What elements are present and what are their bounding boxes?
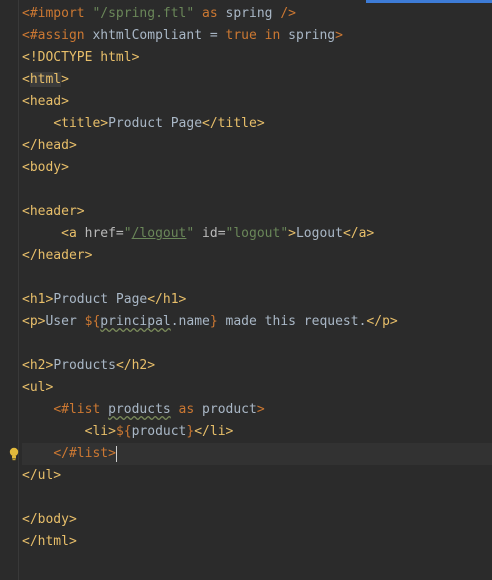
code-token: products (108, 402, 171, 417)
code-token: <p> (22, 314, 46, 329)
code-line[interactable]: <h1>Product Page</h1> (22, 289, 492, 311)
code-line[interactable]: <h2>Products</h2> (22, 355, 492, 377)
code-line[interactable]: </#list> (9, 443, 492, 465)
code-token: product (202, 402, 257, 417)
gutter-divider (18, 0, 19, 580)
code-editor[interactable]: <#import "/spring.ftl" as spring /> <#ass… (9, 3, 492, 553)
code-line[interactable]: <li>${product}</li> (22, 421, 492, 443)
code-token: } (209, 314, 218, 329)
code-token: principal (100, 314, 171, 329)
code-token: as (194, 6, 226, 21)
code-token: </html> (22, 534, 77, 549)
code-token: spring (225, 6, 281, 21)
code-line[interactable]: <title>Product Page</title> (22, 113, 492, 135)
code-token: /> (280, 6, 296, 21)
code-line[interactable] (22, 179, 492, 201)
code-token: </header> (22, 248, 93, 263)
code-token: <!DOCTYPE html> (22, 50, 140, 65)
editor-gutter (0, 0, 18, 580)
code-token: as (170, 402, 203, 417)
code-line[interactable]: </head> (22, 135, 492, 157)
code-token: Logout (295, 226, 343, 241)
code-token: /logout (131, 226, 187, 241)
code-token: > (335, 28, 343, 43)
code-token: " (186, 226, 203, 241)
code-token: < (22, 72, 30, 87)
code-token: </li> (194, 424, 234, 439)
code-token: </h1> (147, 292, 187, 307)
code-line[interactable] (22, 487, 492, 509)
code-line[interactable] (22, 333, 492, 355)
code-token: .name (170, 314, 210, 329)
code-token: > (256, 402, 265, 417)
code-token: <a (61, 226, 85, 241)
code-token: <h2> (22, 358, 54, 373)
code-line[interactable]: <ul> (22, 377, 492, 399)
code-token: href= (84, 226, 124, 241)
code-token: </#list> (53, 446, 116, 461)
code-token: " (123, 226, 132, 241)
code-token: id= (202, 226, 226, 241)
code-token: <#assign (22, 28, 93, 43)
code-token: ${ (84, 314, 101, 329)
code-token: spring (288, 28, 336, 43)
code-token: xhtmlCompliant = (92, 28, 226, 43)
code-token: "logout" (225, 226, 289, 241)
code-token: <#list (53, 402, 109, 417)
code-line[interactable] (22, 267, 492, 289)
code-line[interactable]: <#assign xhtmlCompliant = true in spring… (22, 25, 492, 47)
code-line[interactable]: </body> (22, 509, 492, 531)
code-token: <ul> (22, 380, 54, 395)
code-line[interactable]: </header> (22, 245, 492, 267)
code-token: </p> (366, 314, 398, 329)
code-line[interactable]: </ul> (22, 465, 492, 487)
code-token: html (29, 72, 62, 87)
code-token: made this request. (217, 314, 367, 329)
code-token: <head> (22, 94, 69, 109)
code-token: true in (225, 28, 289, 43)
code-line[interactable]: <p>User ${principal.name} made this requ… (22, 311, 492, 333)
code-line[interactable]: <html> (22, 69, 492, 91)
code-token: ${ (115, 424, 132, 439)
code-token: User (45, 314, 85, 329)
code-token: </ul> (22, 468, 62, 483)
code-token: <#import (22, 6, 93, 21)
code-line[interactable]: <body> (22, 157, 492, 179)
code-line[interactable]: <head> (22, 91, 492, 113)
code-token: </body> (22, 512, 77, 527)
code-token: Products (53, 358, 116, 373)
code-token: </head> (22, 138, 77, 153)
code-token: <li> (84, 424, 116, 439)
code-line[interactable]: <#list products as product> (22, 399, 492, 421)
code-token: </h2> (115, 358, 156, 373)
code-token: > (61, 72, 69, 87)
code-token: <body> (22, 160, 69, 175)
code-line[interactable]: </html> (22, 531, 492, 553)
code-token: <h1> (22, 292, 54, 307)
code-token: <header> (22, 204, 85, 219)
code-token: > (288, 226, 296, 241)
lightbulb-icon[interactable] (8, 447, 20, 461)
code-token: product (131, 424, 187, 439)
code-line[interactable]: <a href="/logout" id="logout">Logout</a> (22, 223, 492, 245)
code-token: Product Page (108, 116, 203, 131)
code-token: "/spring.ftl" (92, 6, 195, 21)
code-line[interactable]: <#import "/spring.ftl" as spring /> (22, 3, 492, 25)
code-line[interactable]: <header> (22, 201, 492, 223)
code-token: Product Page (53, 292, 148, 307)
code-token: <title> (53, 116, 109, 131)
code-token: </title> (202, 116, 265, 131)
code-line[interactable]: <!DOCTYPE html> (22, 47, 492, 69)
text-caret (115, 445, 117, 462)
code-token: </a> (342, 226, 375, 241)
